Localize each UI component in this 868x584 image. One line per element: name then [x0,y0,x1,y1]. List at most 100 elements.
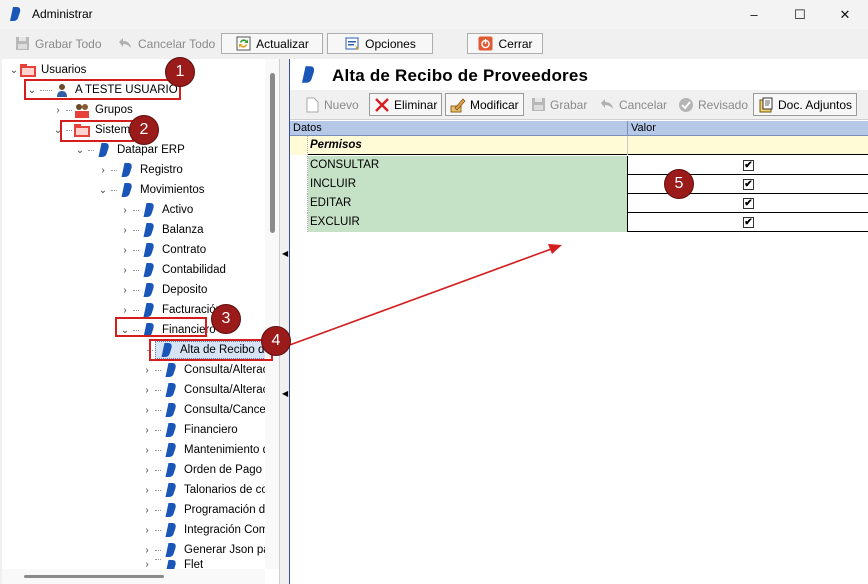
doc-adjuntos-button[interactable]: Doc. Adjuntos [753,93,858,116]
highlight-financiero [115,317,207,337]
permission-row-excluir[interactable]: EXCLUIR ✔ [290,213,868,232]
scrollbar-thumb[interactable] [270,73,275,233]
revisado-button[interactable]: Revisado [674,93,752,116]
chevron-right-icon[interactable]: › [119,305,131,316]
chevron-right-icon[interactable]: › [141,405,153,416]
permission-row-incluir[interactable]: INCLUIR ✔ [290,175,868,194]
maximize-button[interactable]: ☐ [777,0,823,29]
tree-node-fin-child[interactable]: › Consulta/Alterac [141,380,268,400]
chevron-right-icon[interactable]: › [141,465,153,476]
actualizar-button[interactable]: Actualizar [221,33,323,54]
grabar-todo-button[interactable]: Grabar Todo [10,33,106,54]
panel-splitter[interactable]: ◀ ◀ [281,59,289,584]
tree-node-activo[interactable]: › Activo [119,200,193,220]
chevron-right-icon[interactable]: › [141,559,153,569]
chevron-right-icon[interactable]: › [119,285,131,296]
chevron-right-icon[interactable]: › [141,425,153,436]
chevron-right-icon[interactable]: › [119,245,131,256]
tree-node-fin-child[interactable]: › Orden de Pago \ [141,460,268,480]
tree-label: Activo [162,204,194,216]
tree-label: Movimientos [140,184,205,196]
column-header-datos[interactable]: Datos [290,121,628,136]
tree-label: Usuarios [41,64,87,76]
chevron-right-icon[interactable]: › [141,365,153,376]
highlight-user [24,79,181,100]
tree-horizontal-scrollbar[interactable] [2,569,265,584]
tree-label: Programación de [184,504,272,516]
tree-node-grupos[interactable]: › Grupos [52,100,133,120]
scrollbar-thumb[interactable] [24,575,164,578]
column-header-valor[interactable]: Valor [628,121,868,136]
check-circle-icon [678,97,694,113]
tree-node-balanza[interactable]: › Balanza [119,220,204,240]
datapar-logo-icon [302,66,315,83]
chevron-right-icon[interactable]: › [141,485,153,496]
app-logo-icon [10,7,21,21]
title-bar: Administrar – ☐ ✕ [0,0,868,29]
eliminar-button[interactable]: Eliminar [369,93,443,116]
tree-node-usuarios[interactable]: ⌄ Usuarios [8,60,86,80]
permission-row-consultar[interactable]: CONSULTAR ✔ [290,156,868,175]
tree-node-fin-child[interactable]: › Financiero [141,420,238,440]
tree-node-contabilidad[interactable]: › Contabilidad [119,260,226,280]
permission-row-editar[interactable]: EDITAR ✔ [290,194,868,213]
chevron-right-icon[interactable]: › [141,505,153,516]
tree-label: Consulta/Alterac [184,384,269,396]
tree-vertical-scrollbar[interactable] [265,59,279,569]
chevron-right-icon[interactable]: › [97,165,109,176]
group-icon [74,102,90,118]
tree-node-partial[interactable]: › Flet [141,559,203,569]
tree-label: Consulta/Cancel [184,404,269,416]
chevron-right-icon[interactable]: › [141,445,153,456]
tree-node-fin-child[interactable]: › Mantenimiento d [141,440,269,460]
revisado-label: Revisado [698,97,749,112]
chevron-down-icon[interactable]: ⌄ [74,145,86,156]
chevron-right-icon[interactable]: › [119,225,131,236]
tree-label: Orden de Pago \ [184,464,269,476]
modificar-button[interactable]: Modificar [445,93,524,116]
permission-checkbox[interactable]: ✔ [743,179,754,190]
tree-node-movimientos[interactable]: ⌄ Movimientos [97,180,205,200]
tree-node-fin-child[interactable]: › Programación de [141,500,272,520]
save-icon [14,36,30,52]
datapar-logo-icon [96,142,112,158]
tree-node-contrato[interactable]: › Contrato [119,240,206,260]
chevron-down-icon[interactable]: ⌄ [97,185,109,196]
cancelar-todo-button[interactable]: Cancelar Todo [113,33,219,54]
collapse-left-icon[interactable]: ◀ [282,249,288,258]
cerrar-button[interactable]: Cerrar [467,33,543,54]
datapar-logo-icon [141,302,157,318]
datapar-logo-icon [141,222,157,238]
tree-node-registro[interactable]: › Registro [97,160,183,180]
tree-node-fin-child[interactable]: › Talonarios de co [141,480,268,500]
panel-title: Alta de Recibo de Proveedores [332,66,589,85]
grabar-todo-label: Grabar Todo [35,36,102,51]
cancelar-todo-label: Cancelar Todo [138,36,216,51]
chevron-right-icon[interactable]: › [141,385,153,396]
chevron-right-icon[interactable]: › [119,205,131,216]
chevron-right-icon[interactable]: › [141,525,153,536]
tree-node-deposito[interactable]: › Deposito [119,280,207,300]
nuevo-button[interactable]: Nuevo [300,93,363,116]
chevron-down-icon[interactable]: ⌄ [8,65,20,76]
tree-node-fin-child[interactable]: › Consulta/Cancel [141,400,268,420]
grabar-button[interactable]: Grabar [526,93,591,116]
permission-checkbox[interactable]: ✔ [743,217,754,228]
tree-node-fin-child[interactable]: › Integración Comp [141,520,275,540]
datapar-logo-icon [163,462,179,478]
tree-node-fin-child[interactable]: › Consulta/Alterac [141,360,268,380]
permission-checkbox[interactable]: ✔ [743,160,754,171]
chevron-right-icon[interactable]: › [141,545,153,556]
permission-checkbox[interactable]: ✔ [743,198,754,209]
chevron-right-icon[interactable]: › [52,105,64,116]
collapse-left-icon[interactable]: ◀ [282,389,288,398]
cancelar-button[interactable]: Cancelar [595,93,671,116]
minimize-button[interactable]: – [731,0,777,29]
opciones-button[interactable]: Opciones [327,33,433,54]
close-button[interactable]: ✕ [822,0,868,29]
tree-node-datapar[interactable]: ⌄ Datapar ERP [74,140,185,160]
tree-label: Generar Json pa [184,544,270,556]
chevron-right-icon[interactable]: › [119,265,131,276]
tree-node-fin-child[interactable]: › Generar Json pa [141,540,270,560]
group-row-permisos[interactable]: Permisos [290,136,868,155]
